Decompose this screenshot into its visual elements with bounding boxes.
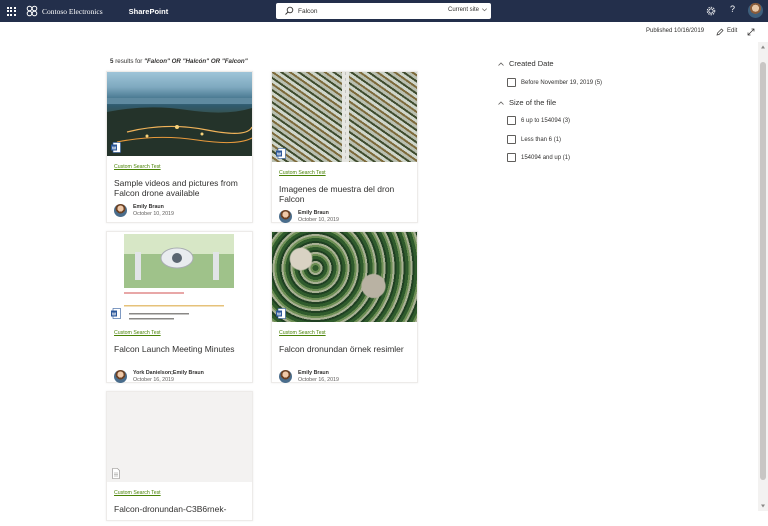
suite-bar: Contoso Electronics SharePoint Current s… bbox=[0, 0, 768, 22]
filter-option[interactable]: 6 up to 154094 (3) bbox=[507, 116, 570, 125]
scroll-down-icon[interactable] bbox=[760, 503, 766, 509]
author-name: Emily Braun bbox=[298, 210, 329, 216]
filter-checkbox[interactable] bbox=[507, 116, 516, 125]
result-card[interactable]: Custom Search Test Falcon-dronundan-C3B6… bbox=[106, 391, 253, 521]
card-thumbnail[interactable]: W bbox=[107, 232, 252, 322]
result-card[interactable]: W Custom Search Test Falcon Launch Meeti… bbox=[106, 231, 253, 383]
brand[interactable]: Contoso Electronics bbox=[26, 5, 103, 17]
card-author: Emily Braun October 10, 2019 bbox=[114, 204, 245, 217]
author-avatar bbox=[114, 204, 127, 217]
filter-title: Size of the file bbox=[509, 98, 557, 107]
card-title[interactable]: Imagenes de muestra del dron Falcon bbox=[279, 184, 410, 206]
city-image bbox=[107, 98, 252, 156]
generic-document-icon bbox=[112, 468, 120, 479]
brand-name: Contoso Electronics bbox=[42, 6, 103, 16]
site-link[interactable]: Custom Search Test bbox=[279, 170, 410, 176]
search-icon bbox=[285, 6, 294, 15]
filter-title: Created Date bbox=[509, 59, 554, 68]
author-name: Emily Braun bbox=[298, 370, 329, 376]
author-date: October 16, 2019 bbox=[133, 377, 174, 383]
pencil-icon[interactable] bbox=[716, 28, 724, 36]
filter-created-date[interactable]: Created Date bbox=[497, 59, 554, 68]
author-date: October 10, 2019 bbox=[133, 211, 174, 217]
result-card[interactable]: W Custom Search Test Imagenes de muestra… bbox=[271, 71, 418, 223]
site-link[interactable]: Custom Search Test bbox=[114, 164, 245, 170]
filter-file-size[interactable]: Size of the file bbox=[497, 98, 556, 107]
author-avatar bbox=[279, 370, 292, 383]
word-document-icon: W bbox=[111, 308, 121, 319]
card-title[interactable]: Sample videos and pictures from Falcon d… bbox=[114, 178, 245, 200]
card-author: Emily Braun October 16, 2019 bbox=[279, 370, 410, 383]
meeting-minutes-preview bbox=[124, 234, 234, 320]
edit-button[interactable]: Edit bbox=[727, 28, 737, 34]
filter-checkbox[interactable] bbox=[507, 78, 516, 87]
author-date: October 10, 2019 bbox=[298, 217, 339, 223]
author-date: October 16, 2019 bbox=[298, 377, 339, 383]
command-bar: Published 10/16/2019 Edit bbox=[0, 22, 768, 42]
word-document-icon: W bbox=[276, 308, 286, 319]
word-document-icon: W bbox=[111, 142, 121, 153]
help-icon[interactable]: ? bbox=[730, 4, 735, 14]
gear-icon[interactable] bbox=[706, 6, 716, 16]
chevron-up-icon bbox=[498, 100, 504, 105]
author-name: Emily Braun bbox=[133, 204, 164, 210]
published-date: Published 10/16/2019 bbox=[646, 28, 705, 34]
scroll-up-icon[interactable] bbox=[760, 44, 766, 50]
card-author: York Danielson;Emily Braun October 16, 2… bbox=[114, 370, 245, 383]
card-thumbnail[interactable]: W bbox=[272, 232, 417, 322]
search-box[interactable]: Current site bbox=[276, 3, 491, 19]
filter-option[interactable]: 154094 and up (1) bbox=[507, 153, 570, 162]
scrollbar[interactable] bbox=[758, 42, 768, 511]
chevron-down-icon[interactable] bbox=[481, 6, 488, 13]
site-link[interactable]: Custom Search Test bbox=[279, 330, 410, 336]
result-card[interactable]: W Custom Search Test Sample videos and p… bbox=[106, 71, 253, 223]
filter-checkbox[interactable] bbox=[507, 135, 516, 144]
user-avatar[interactable] bbox=[748, 3, 763, 18]
card-thumbnail[interactable]: W bbox=[107, 72, 252, 156]
app-launcher-icon[interactable] bbox=[0, 0, 22, 22]
author-avatar bbox=[279, 210, 292, 223]
filter-option-label: Before November 19, 2019 (5) bbox=[521, 79, 603, 86]
result-card[interactable]: W Custom Search Test Falcon dronundan ör… bbox=[271, 231, 418, 383]
filter-option-label: 154094 and up (1) bbox=[521, 154, 571, 161]
word-document-icon: W bbox=[276, 148, 286, 159]
filter-option-label: Less than 6 (1) bbox=[521, 136, 562, 143]
results-count: 5 results for "Falcon" OR "Halcón" OR "F… bbox=[110, 58, 248, 65]
card-thumbnail[interactable] bbox=[107, 392, 252, 482]
filter-option-label: 6 up to 154094 (3) bbox=[521, 117, 571, 124]
card-title[interactable]: Falcon dronundan örnek resimler bbox=[279, 344, 410, 366]
app-name[interactable]: SharePoint bbox=[129, 7, 169, 16]
road-image bbox=[342, 72, 349, 162]
search-scope[interactable]: Current site bbox=[448, 7, 479, 13]
chevron-up-icon bbox=[498, 61, 504, 66]
filter-option[interactable]: Before November 19, 2019 (5) bbox=[507, 78, 602, 87]
contoso-logo-icon bbox=[26, 5, 38, 17]
filter-option[interactable]: Less than 6 (1) bbox=[507, 135, 561, 144]
card-title[interactable]: Falcon Launch Meeting Minutes bbox=[114, 344, 245, 366]
site-link[interactable]: Custom Search Test bbox=[114, 490, 245, 496]
author-name: York Danielson;Emily Braun bbox=[133, 370, 204, 376]
author-avatar bbox=[114, 370, 127, 383]
card-title[interactable]: Falcon-dronundan-C3B6rnek- bbox=[114, 504, 245, 526]
search-input[interactable] bbox=[298, 7, 428, 15]
card-thumbnail[interactable]: W bbox=[272, 72, 417, 162]
card-author: Emily Braun October 10, 2019 bbox=[279, 210, 410, 223]
filter-checkbox[interactable] bbox=[507, 153, 516, 162]
scrollbar-thumb[interactable] bbox=[760, 62, 766, 480]
site-link[interactable]: Custom Search Test bbox=[114, 330, 245, 336]
expand-icon[interactable] bbox=[747, 28, 755, 36]
